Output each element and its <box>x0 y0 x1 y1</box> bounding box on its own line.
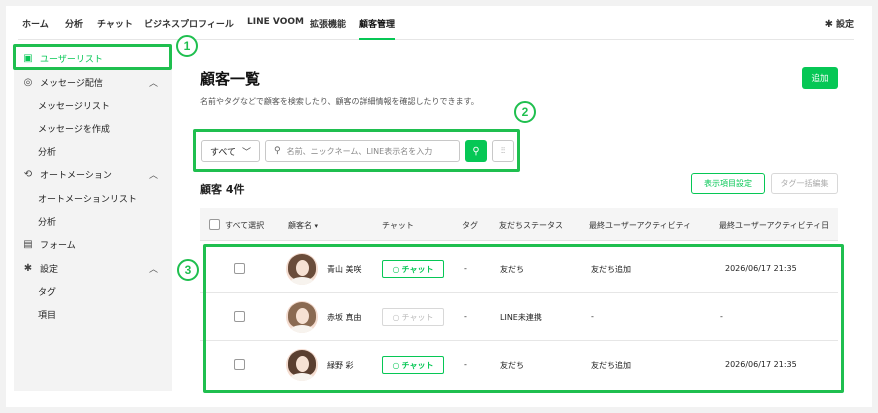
nav-customer-management[interactable]: 顧客管理 <box>359 17 396 40</box>
highlight-box-2 <box>193 129 520 172</box>
header-chat: チャット <box>382 221 414 230</box>
sidebar-item-label: メッセージ配信 <box>40 79 103 89</box>
nav-business-profile[interactable]: ビジネスプロフィール <box>144 17 234 30</box>
header-name[interactable]: 顧客名 ▾ <box>288 220 318 231</box>
chevron-up-icon: ︿ <box>148 79 158 89</box>
sidebar-item-form[interactable]: ▤ フォーム <box>14 233 172 256</box>
nav-analytics[interactable]: 分析 <box>65 17 83 30</box>
nav-line-voom[interactable]: LINE VOOM <box>247 17 304 27</box>
highlight-box-1 <box>13 44 172 70</box>
sidebar-item-tags[interactable]: タグ <box>14 280 172 303</box>
sidebar-item-label: オートメーション <box>40 171 112 181</box>
sidebar-item-label: 分析 <box>38 148 57 158</box>
add-button[interactable]: 追加 <box>802 67 838 89</box>
header-tag: タグ <box>462 221 478 230</box>
page-title: 顧客一覧 <box>200 70 261 88</box>
gear-icon: ✱ <box>23 263 33 274</box>
header-last-activity-date: 最終ユーザーアクティビティ日 <box>719 221 830 230</box>
sidebar-item-label: オートメーションリスト <box>38 195 137 205</box>
header-friend-status: 友だちステータス <box>499 221 563 230</box>
sidebar-item-automation[interactable]: ⟲ オートメーション ︿ <box>14 163 172 186</box>
nav-extensions[interactable]: 拡張機能 <box>310 17 346 30</box>
table-header: すべて選択 顧客名 ▾ チャット タグ 友だちステータス 最終ユーザーアクティビ… <box>200 208 838 241</box>
nav-home[interactable]: ホーム <box>22 17 49 30</box>
sidebar-item-settings[interactable]: ✱ 設定 ︿ <box>14 257 172 280</box>
chevron-up-icon: ︿ <box>148 265 158 275</box>
sidebar-item-automation-list[interactable]: オートメーションリスト <box>14 187 172 210</box>
sidebar-item-message[interactable]: ◎ メッセージ配信 ︿ <box>14 71 172 94</box>
annotation-badge-1: 1 <box>176 35 198 57</box>
sidebar-item-label: 設定 <box>40 265 59 275</box>
annotation-badge-3: 3 <box>177 259 199 281</box>
gear-icon: ✱ <box>824 19 833 30</box>
sidebar-item-label: 分析 <box>38 218 57 228</box>
header-select-all: すべて選択 <box>225 221 265 230</box>
annotation-badge-2: 2 <box>514 101 536 123</box>
top-nav: ホーム 分析 チャット ビジネスプロフィール LINE VOOM 拡張機能 顧客… <box>18 14 854 40</box>
sidebar-item-label: メッセージを作成 <box>38 125 110 135</box>
display-settings-button[interactable]: 表示項目設定 <box>691 173 765 194</box>
sidebar-item-label: タグ <box>38 288 57 298</box>
sidebar-item-fields[interactable]: 項目 <box>14 303 172 326</box>
broadcast-icon: ◎ <box>23 77 33 88</box>
sidebar: ▣ ユーザーリスト ◎ メッセージ配信 ︿ メッセージリスト メッセージを作成 分析 … <box>14 44 172 391</box>
repeat-icon: ⟲ <box>23 169 33 180</box>
nav-chat[interactable]: チャット <box>97 17 133 30</box>
customer-count: 顧客 4件 <box>200 183 245 196</box>
sidebar-item-label: メッセージリスト <box>38 102 110 112</box>
bulk-tag-edit-button[interactable]: タグ一括編集 <box>771 173 838 194</box>
select-all-checkbox[interactable] <box>209 219 220 230</box>
highlight-box-3 <box>203 244 844 393</box>
header-last-activity: 最終ユーザーアクティビティ <box>589 221 692 230</box>
sidebar-item-automation-analysis[interactable]: 分析 <box>14 210 172 233</box>
header-name-label: 顧客名 <box>288 221 312 230</box>
chevron-up-icon: ︿ <box>148 171 158 181</box>
settings-link[interactable]: ✱ 設定 <box>825 17 854 30</box>
sidebar-item-label: フォーム <box>40 241 76 251</box>
sidebar-item-label: 項目 <box>38 311 57 321</box>
sidebar-item-message-create[interactable]: メッセージを作成 <box>14 117 172 140</box>
sort-down-icon: ▾ <box>314 222 319 230</box>
sidebar-item-message-analysis[interactable]: 分析 <box>14 140 172 163</box>
form-icon: ▤ <box>23 239 33 250</box>
sidebar-item-message-list[interactable]: メッセージリスト <box>14 94 172 117</box>
page-description: 名前やタグなどで顧客を検索したり、顧客の詳細情報を確認したりできます。 <box>200 97 479 106</box>
settings-label: 設定 <box>835 20 854 30</box>
